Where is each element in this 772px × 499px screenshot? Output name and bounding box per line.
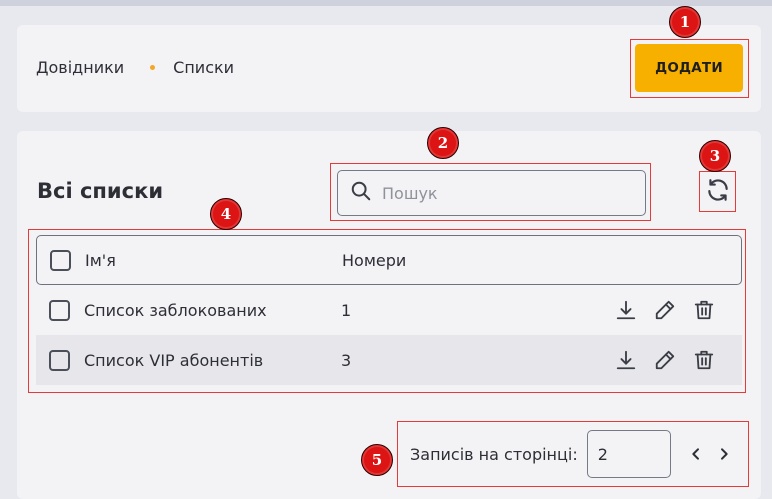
annotation-badge: 3 bbox=[699, 140, 731, 172]
header-card: Довідники Списки ДОДАТИ bbox=[17, 25, 761, 112]
breadcrumb-item-directories[interactable]: Довідники bbox=[36, 58, 124, 77]
breadcrumb: Довідники Списки bbox=[36, 58, 234, 77]
row-numbers: 1 bbox=[341, 300, 352, 320]
table-row[interactable]: Список заблокованих 1 bbox=[36, 285, 742, 335]
row-name: Список заблокованих bbox=[84, 300, 267, 320]
chevron-left-icon[interactable] bbox=[685, 443, 707, 465]
download-icon[interactable] bbox=[614, 298, 638, 322]
add-button-highlight: ДОДАТИ bbox=[630, 39, 749, 98]
annotation-badge: 2 bbox=[427, 127, 459, 159]
per-page-input[interactable] bbox=[586, 430, 671, 478]
lists-card: Всі списки Ім'я Номери Список заблокован… bbox=[17, 131, 761, 499]
table-highlight: Ім'я Номери Список заблокованих 1 Список… bbox=[28, 229, 746, 393]
refresh-icon bbox=[705, 177, 731, 207]
pagination-highlight: Записів на сторінці: bbox=[397, 421, 749, 487]
search-icon bbox=[350, 180, 372, 206]
annotation-badge: 5 bbox=[361, 444, 393, 476]
top-bar bbox=[0, 0, 772, 6]
column-header-numbers[interactable]: Номери bbox=[342, 251, 406, 270]
select-all-checkbox[interactable] bbox=[50, 249, 71, 271]
trash-icon[interactable] bbox=[692, 298, 716, 322]
chevron-right-icon[interactable] bbox=[713, 443, 735, 465]
table-header: Ім'я Номери bbox=[36, 235, 742, 285]
row-actions bbox=[614, 348, 731, 372]
search-box[interactable] bbox=[337, 170, 646, 216]
row-checkbox[interactable] bbox=[49, 299, 70, 321]
row-name: Список VIP абонентів bbox=[84, 350, 264, 370]
search-input[interactable] bbox=[382, 183, 622, 203]
edit-icon[interactable] bbox=[653, 298, 677, 322]
refresh-button[interactable] bbox=[699, 171, 736, 212]
row-numbers: 3 bbox=[341, 350, 352, 370]
add-button[interactable]: ДОДАТИ bbox=[635, 44, 743, 92]
download-icon[interactable] bbox=[614, 348, 638, 372]
annotation-badge: 1 bbox=[669, 6, 701, 38]
search-highlight bbox=[330, 163, 651, 221]
breadcrumb-separator bbox=[150, 65, 156, 70]
page-title: Всі списки bbox=[37, 179, 164, 203]
row-checkbox[interactable] bbox=[49, 349, 70, 371]
table-row[interactable]: Список VIP абонентів 3 bbox=[36, 335, 742, 385]
annotation-badge: 4 bbox=[210, 198, 242, 230]
trash-icon[interactable] bbox=[692, 348, 716, 372]
row-actions bbox=[614, 298, 731, 322]
per-page-label: Записів на сторінці: bbox=[410, 444, 578, 464]
edit-icon[interactable] bbox=[653, 348, 677, 372]
breadcrumb-item-lists: Списки bbox=[173, 58, 235, 77]
column-header-name[interactable]: Ім'я bbox=[85, 251, 116, 270]
